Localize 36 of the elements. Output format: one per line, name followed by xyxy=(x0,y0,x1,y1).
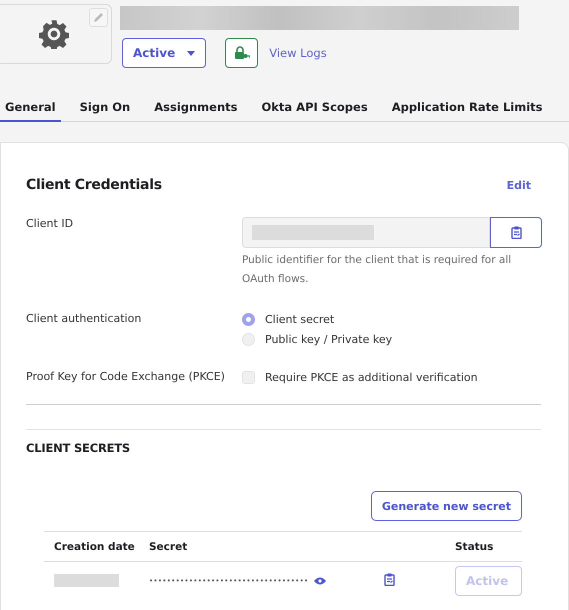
status-dropdown[interactable]: Active xyxy=(122,38,206,68)
option-label: Require PKCE as additional verification xyxy=(265,370,478,384)
column-header: Secret xyxy=(149,540,188,552)
checkbox[interactable] xyxy=(242,370,255,384)
lock-key-button[interactable] xyxy=(225,38,258,68)
field-label: Proof Key for Code Exchange (PKCE) xyxy=(26,369,226,385)
section-title: Client Credentials xyxy=(26,177,162,193)
view-logs-link[interactable]: View Logs xyxy=(269,46,327,60)
tab[interactable]: Okta API Scopes xyxy=(256,100,373,122)
eye-icon[interactable] xyxy=(314,576,326,584)
section-title: CLIENT SECRETS xyxy=(26,441,131,455)
help-text: Public identifier for the client that is required for all OAuth flows. xyxy=(242,253,512,287)
field-label: Client authentication xyxy=(26,311,142,327)
tab[interactable]: General xyxy=(0,100,61,122)
edit-logo-button[interactable] xyxy=(89,8,108,27)
tab[interactable]: Application Rate Limits xyxy=(386,100,548,122)
lock-key-icon xyxy=(234,46,250,60)
caret-icon xyxy=(187,50,196,56)
copy-button[interactable] xyxy=(490,217,542,248)
copy-icon xyxy=(384,573,395,586)
pencil-icon xyxy=(93,12,104,23)
option-label: Client secret xyxy=(265,312,334,326)
redacted-date xyxy=(54,574,119,587)
client-id-field[interactable] xyxy=(242,217,490,248)
tab[interactable]: Assignments xyxy=(149,100,242,122)
column-header: Status xyxy=(455,540,494,552)
copy-button[interactable] xyxy=(384,573,395,586)
field-label: Client ID xyxy=(26,217,74,232)
gear-icon xyxy=(39,19,69,49)
option-label: Public key / Private key xyxy=(265,332,392,346)
copy-icon xyxy=(510,226,522,239)
radio-button[interactable] xyxy=(242,312,255,326)
column-header: Creation date xyxy=(54,540,136,552)
edit-link[interactable]: Edit xyxy=(506,178,531,192)
generate-secret-button[interactable]: Generate new secret xyxy=(370,491,522,521)
tab[interactable]: Sign On xyxy=(74,100,136,122)
